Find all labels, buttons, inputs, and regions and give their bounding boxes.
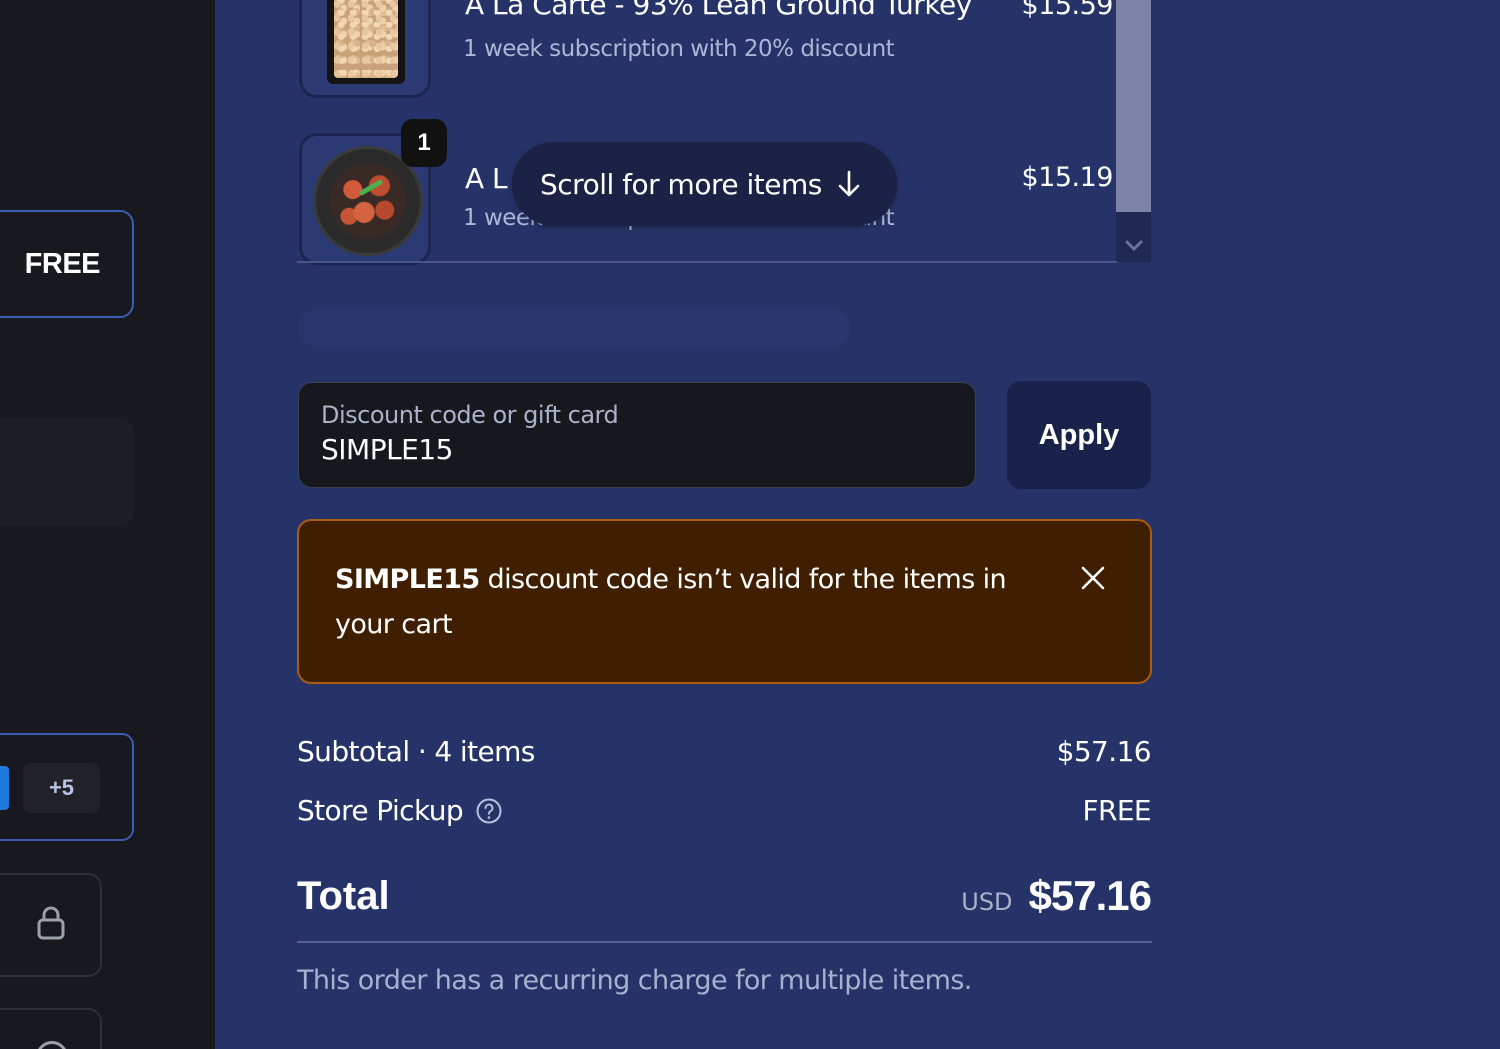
- scroll-for-more-button[interactable]: Scroll for more items: [512, 142, 897, 226]
- item-title: A La Carte - 93% Lean Ground Turkey: [465, 0, 972, 21]
- subtotal-value: $57.16: [1056, 735, 1152, 768]
- alert-message: SIMPLE15 discount code isn’t valid for t…: [335, 557, 1010, 647]
- total-amount-group: USD $57.16: [961, 872, 1152, 920]
- recurring-charge-note: This order has a recurring charge for mu…: [297, 965, 972, 996]
- divider: [297, 261, 1117, 263]
- item-price: $15.19: [1021, 162, 1114, 193]
- ground-turkey-image: [327, 0, 405, 84]
- discount-code-label: Discount code or gift card: [321, 401, 619, 429]
- lock-icon: [36, 905, 66, 946]
- store-pickup-value: FREE: [1082, 794, 1151, 827]
- total-amount: $57.16: [1028, 872, 1152, 919]
- subtotal-label: Subtotal · 4 items: [297, 735, 535, 768]
- placeholder-block: [0, 418, 134, 526]
- more-items-badge[interactable]: +5: [23, 763, 100, 813]
- apply-button[interactable]: Apply: [1007, 381, 1151, 489]
- thumbnail-indicator: [0, 766, 9, 810]
- item-title: A L: [465, 162, 508, 195]
- item-price: $15.59: [1021, 0, 1114, 21]
- shipping-option-free[interactable]: FREE: [0, 210, 134, 318]
- arrow-down-icon: [836, 169, 862, 199]
- divider: [297, 941, 1152, 943]
- discount-code-field[interactable]: Discount code or gift card SIMPLE15: [298, 382, 976, 488]
- quantity-badge: 1: [401, 119, 447, 167]
- item-subtitle: 1 week subscription with 20% discount: [463, 36, 895, 62]
- store-pickup-row: Store Pickup: [297, 794, 503, 827]
- lock-button[interactable]: [0, 873, 102, 977]
- scroll-hint-label: Scroll for more items: [540, 167, 822, 201]
- close-icon[interactable]: [1078, 563, 1108, 593]
- shipping-option-label: FREE: [24, 247, 101, 280]
- chevron-down-icon[interactable]: [1116, 228, 1151, 262]
- help-circle-icon[interactable]: [475, 797, 503, 825]
- discount-code-input[interactable]: SIMPLE15: [321, 433, 953, 466]
- total-currency: USD: [961, 888, 1013, 916]
- total-label: Total: [297, 874, 390, 918]
- discount-error-alert: SIMPLE15 discount code isn’t valid for t…: [297, 519, 1152, 684]
- loading-placeholder: [298, 309, 850, 347]
- store-pickup-label: Store Pickup: [297, 794, 464, 827]
- alert-code: SIMPLE15: [335, 564, 480, 595]
- scrollbar-thumb[interactable]: [1116, 0, 1151, 212]
